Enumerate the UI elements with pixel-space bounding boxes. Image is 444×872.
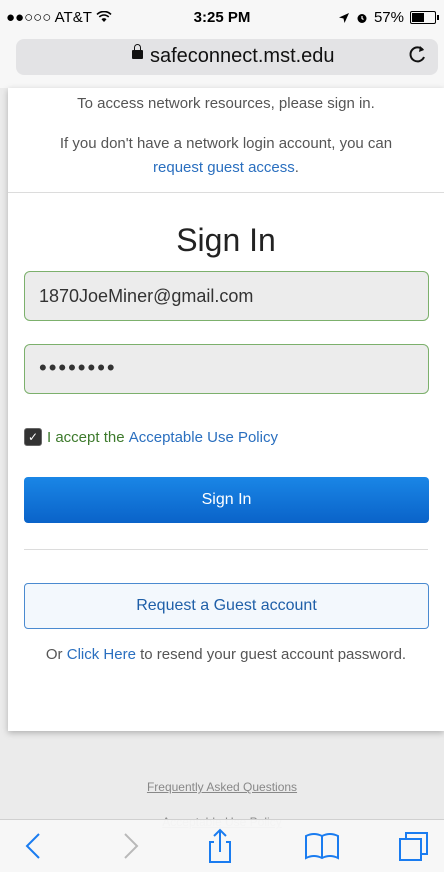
acceptable-use-policy-link[interactable]: Acceptable Use Policy [129,429,278,446]
divider [24,549,428,550]
bookmarks-icon[interactable] [302,826,342,866]
email-field[interactable]: 1870JoeMiner@gmail.com [24,271,429,321]
page-title: Sign In [176,222,276,258]
battery-icon [410,11,439,24]
back-icon[interactable] [14,826,54,866]
resend-password-text: Or Click Here to resend your guest accou… [45,646,407,663]
accept-checkbox[interactable]: ✓ [24,428,42,446]
password-field[interactable]: •••••••• [24,344,429,394]
access-notice: To access network resources, please sign… [77,95,375,112]
reload-icon[interactable] [408,43,428,71]
browser-toolbar [0,819,444,872]
divider [8,192,444,193]
sign-in-button[interactable]: Sign In [24,477,429,523]
battery-percent: 57% [373,9,404,26]
browser-address-area: safeconnect.mst.edu [0,38,444,88]
tabs-icon[interactable] [394,826,434,866]
lock-icon [132,44,143,59]
accept-policy-row: ✓ I accept the Acceptable Use Policy [24,428,278,446]
request-guest-access-link[interactable]: request guest access [153,159,295,176]
share-icon[interactable] [200,826,240,866]
address-url[interactable]: safeconnect.mst.edu [150,45,335,68]
status-bar: ●●○○○ AT&T 3:25 PM 57% [0,0,444,38]
forward-icon[interactable] [110,826,150,866]
login-card: To access network resources, please sign… [8,88,444,731]
faq-link[interactable]: Frequently Asked Questions [0,780,444,794]
guest-notice: If you don't have a network login accoun… [59,135,393,176]
location-arrow-icon [338,12,349,23]
address-bar[interactable]: safeconnect.mst.edu [16,39,438,75]
request-guest-account-button[interactable]: Request a Guest account [24,583,429,629]
status-right: 57% [338,9,439,26]
alarm-icon [357,13,367,23]
click-here-link[interactable]: Click Here [67,646,136,663]
